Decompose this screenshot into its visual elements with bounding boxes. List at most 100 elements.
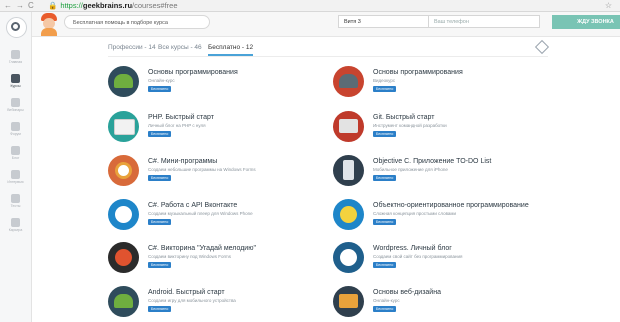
course-title: Основы программирования [148, 69, 238, 76]
course-card[interactable]: C#. Викторина "Угадай мелодию" Создаем в… [108, 242, 328, 276]
tab-professions[interactable]: Профессии - 14 [108, 42, 156, 54]
course-subtitle: Онлайн-курс [373, 298, 400, 303]
course-card[interactable]: Объектно-ориентированное программировани… [333, 199, 553, 233]
free-badge: Бесплатно [373, 306, 397, 312]
course-subtitle: Создаем небольшие программы на Windows F… [148, 167, 256, 172]
course-subtitle: Создаем викторину под Windows Forms [148, 254, 232, 259]
reload-icon[interactable]: C [28, 0, 34, 11]
call-me-button[interactable]: ЖДУ ЗВОНКА [552, 15, 620, 29]
course-card[interactable]: Android. Быстрый старт Создаем игру для … [108, 286, 328, 320]
android-icon [108, 66, 139, 97]
mascot-avatar [38, 13, 60, 36]
sidebar-item-tests[interactable]: Тесты [0, 194, 31, 216]
course-title: Git. Быстрый старт [373, 114, 435, 121]
tab-all-courses[interactable]: Все курсы - 46 [158, 42, 202, 54]
interview-icon [11, 170, 20, 179]
course-subtitle: Создаем игру для мобильного устройства [148, 298, 236, 303]
bookmark-star-icon[interactable]: ☆ [605, 0, 612, 11]
courses-icon [11, 74, 20, 83]
phone-field[interactable]: Ваш телефон [428, 15, 540, 28]
course-card[interactable]: Wordpress. Личный блог Создаем свой сайт… [333, 242, 553, 276]
url-path: /courses#free [132, 1, 178, 10]
free-badge: Бесплатно [148, 131, 172, 137]
forward-icon[interactable]: → [16, 0, 24, 11]
course-card[interactable]: Основы программирования Видеокурс Беспла… [333, 66, 553, 100]
course-card[interactable]: Objective C. Приложение TO-DO List Мобил… [333, 155, 553, 189]
career-icon [11, 218, 20, 227]
wordpress-icon [333, 242, 364, 273]
git-icon [333, 111, 364, 142]
course-title: PHP. Быстрый старт [148, 114, 214, 121]
course-subtitle: Онлайн-курс [148, 78, 175, 83]
free-badge: Бесплатно [373, 219, 397, 225]
sidebar-item-career[interactable]: Карьера [0, 218, 31, 240]
browser-icon [108, 111, 139, 142]
vk-icon [108, 199, 139, 230]
sidebar-item-label: Курсы [10, 84, 21, 88]
sidebar-item-label: Тесты [10, 204, 21, 208]
android-icon [333, 66, 364, 97]
course-card[interactable]: C#. Работа с API Вконтакте Создаем музык… [108, 199, 328, 233]
course-subtitle: Инструмент командной разработки [373, 123, 447, 128]
music-icon [108, 242, 139, 273]
free-badge: Бесплатно [373, 262, 397, 268]
free-badge: Бесплатно [373, 86, 397, 92]
course-title: C#. Мини-программы [148, 158, 218, 165]
course-title: Объектно-ориентированное программировани… [373, 202, 529, 209]
free-badge: Бесплатно [148, 86, 172, 92]
tabs-divider [108, 56, 548, 57]
course-subtitle: Мобильное приложение для iPhone [373, 167, 448, 172]
url-protocol: https:// [60, 1, 83, 10]
course-card[interactable]: Основы веб-дизайна Онлайн-курс Бесплатно [333, 286, 553, 320]
course-subtitle: Сложная концепция простыми словами [373, 211, 457, 216]
sidebar-item-blog[interactable]: Блог [0, 146, 31, 168]
sidebar-item-label: Вебинары [7, 108, 24, 112]
course-card[interactable]: PHP. Быстрый старт Личный блог на PHP с … [108, 111, 328, 145]
course-title: Wordpress. Личный блог [373, 245, 452, 252]
sidebar-item-label: Форум [10, 132, 21, 136]
course-title: C#. Работа с API Вконтакте [148, 202, 238, 209]
sidebar-item-forum[interactable]: Форум [0, 122, 31, 144]
free-badge: Бесплатно [148, 219, 172, 225]
course-title: Основы веб-дизайна [373, 289, 441, 296]
course-subtitle: Создаем музыкальный плеер для Windows Ph… [148, 211, 253, 216]
tests-icon [11, 194, 20, 203]
course-subtitle: Создаем свой сайт без программирования [373, 254, 463, 259]
url-host: geekbrains.ru [82, 1, 133, 10]
sidebar-item-webinars[interactable]: Вебинары [0, 98, 31, 120]
free-badge: Бесплатно [148, 175, 172, 181]
sidebar-item-courses[interactable]: Курсы [0, 74, 31, 96]
geekbrains-logo-icon[interactable] [6, 17, 27, 38]
target-icon [108, 155, 139, 186]
free-badge: Бесплатно [148, 262, 172, 268]
forum-icon [11, 122, 20, 131]
course-title: Android. Быстрый старт [148, 289, 225, 296]
course-card[interactable]: Основы программирования Онлайн-курс Бесп… [108, 66, 328, 100]
webinar-icon [11, 98, 20, 107]
course-title: C#. Викторина "Угадай мелодию" [148, 245, 256, 252]
course-title: Objective C. Приложение TO-DO List [373, 158, 492, 165]
browser-bar: ← → C 🔒 https://geekbrains.ru/courses#fre… [0, 0, 620, 12]
course-card[interactable]: C#. Мини-программы Создаем небольшие про… [108, 155, 328, 189]
oop-icon [333, 199, 364, 230]
course-card[interactable]: Git. Быстрый старт Инструмент командной … [333, 111, 553, 145]
free-badge: Бесплатно [148, 306, 172, 312]
course-subtitle: Личный блог на PHP с нуля [148, 123, 206, 128]
tab-free[interactable]: Бесплатно - 12 [208, 42, 254, 56]
course-title: Основы программирования [373, 69, 463, 76]
sidebar-item-home[interactable]: Главная [0, 50, 31, 72]
lock-icon: 🔒 [48, 1, 58, 10]
help-banner[interactable]: Бесплатная помощь в подборе курса [64, 15, 210, 29]
android-icon [108, 286, 139, 317]
back-icon[interactable]: ← [4, 0, 12, 11]
address-bar[interactable]: 🔒 https://geekbrains.ru/courses#free [48, 0, 178, 11]
sidebar-item-interview[interactable]: Интервью [0, 170, 31, 192]
sidebar-item-label: Блог [11, 156, 20, 160]
sidebar-item-label: Главная [8, 60, 23, 64]
free-badge: Бесплатно [373, 175, 397, 181]
filter-diamond-icon[interactable] [534, 39, 550, 55]
blog-icon [11, 146, 20, 155]
page-header: Бесплатная помощь в подборе курса Витя 3… [32, 12, 620, 37]
sidebar: Главная Курсы Вебинары Форум Блог Интерв… [0, 12, 32, 322]
free-badge: Бесплатно [373, 131, 397, 137]
